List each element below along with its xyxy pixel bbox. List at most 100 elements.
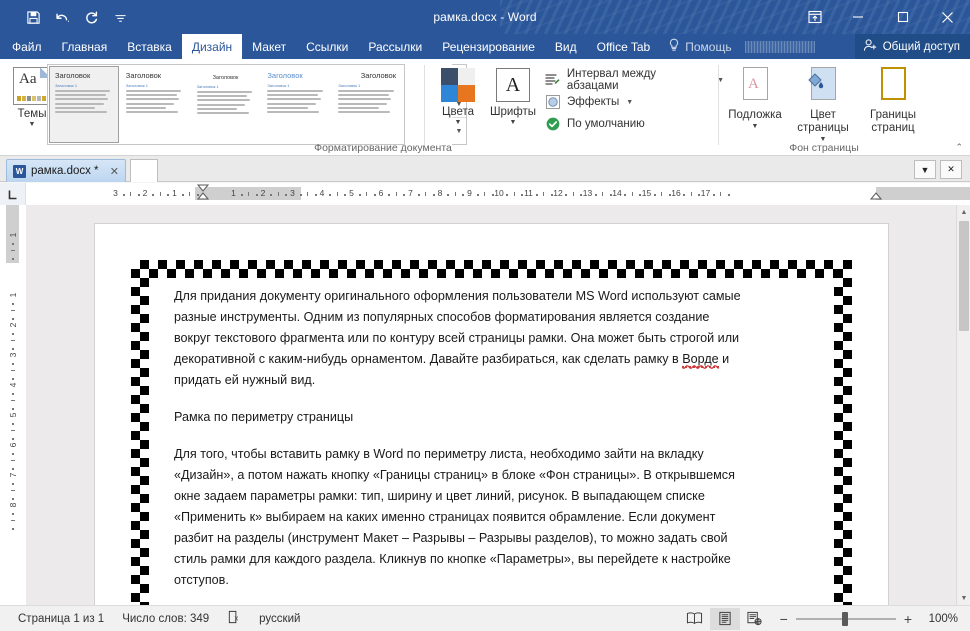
maximize-icon[interactable]	[880, 0, 925, 34]
tab-list-dropdown-icon[interactable]: ▼	[914, 160, 936, 179]
style-set-item[interactable]: Заголовок Заголовок 1	[332, 66, 402, 143]
scroll-down-icon[interactable]: ▼	[957, 591, 970, 605]
style-subheading: Заголовок 1	[55, 83, 78, 88]
ruler-tick-label: 1	[172, 188, 177, 198]
zoom-in-button[interactable]: +	[904, 611, 912, 627]
chevron-down-icon[interactable]: ▼	[455, 119, 462, 126]
ruler-tick-label: 2	[7, 322, 18, 328]
vertical-scrollbar[interactable]: ▲ ▼	[956, 205, 970, 605]
tab-stop-left-icon[interactable]	[0, 183, 26, 205]
document-body[interactable]: Для придания документу оригинального офо…	[174, 286, 744, 605]
scroll-up-icon[interactable]: ▲	[957, 205, 970, 219]
style-set-item[interactable]: Заголовок Заголовок 1	[119, 66, 190, 143]
paragraph-text: Для придания документу оригинального офо…	[174, 289, 741, 366]
read-mode-icon[interactable]	[680, 608, 710, 630]
tab-insert[interactable]: Вставка	[117, 34, 182, 59]
close-icon[interactable]	[925, 0, 970, 34]
tab-view[interactable]: Вид	[545, 34, 587, 59]
redo-icon[interactable]	[78, 4, 104, 30]
ruler-tick-label: 3	[113, 188, 118, 198]
page-color-label: Цвет страницы	[797, 109, 849, 134]
paragraph: Для придания документу оригинального офо…	[174, 286, 744, 391]
minimize-icon[interactable]	[835, 0, 880, 34]
zoom-out-button[interactable]: −	[780, 611, 788, 627]
ruler-tick-label: 16	[671, 188, 681, 198]
ruler-tick-label: 4	[319, 188, 325, 198]
style-heading: Заголовок	[267, 71, 303, 80]
document-tab[interactable]: W рамка.docx * ✕	[6, 159, 126, 182]
page-indicator[interactable]: Страница 1 из 1	[18, 613, 104, 625]
chevron-down-icon[interactable]: ▼	[626, 99, 633, 106]
page-borders-label: Границы страниц	[870, 109, 916, 134]
close-document-icon[interactable]: ✕	[940, 160, 962, 179]
hanging-indent-marker-icon	[197, 192, 209, 200]
document-page[interactable]: Для придания документу оригинального офо…	[95, 224, 888, 605]
effects-icon	[544, 94, 561, 111]
tab-design[interactable]: Дизайн	[181, 34, 243, 59]
ribbon-tabs: Файл Главная Вставка Дизайн Макет Ссылки…	[0, 34, 970, 59]
office-tab-bar: W рамка.docx * ✕ ▼ ✕	[0, 156, 970, 182]
new-tab-button[interactable]	[130, 159, 158, 182]
style-set-item[interactable]: Заголовок Заголовок 1	[190, 66, 261, 143]
watermark-button[interactable]: A Подложка ▼	[723, 65, 787, 145]
customize-qat-icon[interactable]	[107, 4, 133, 30]
chevron-down-icon[interactable]: ▼	[752, 123, 759, 130]
ruler-tick-label: 8	[437, 188, 443, 198]
style-set-item[interactable]: Заголовок Заголовок 1	[49, 66, 119, 143]
ribbon-display-options-icon[interactable]	[795, 0, 835, 34]
ruler-tick-label: 1	[231, 188, 236, 198]
scrollbar-thumb[interactable]	[959, 221, 969, 331]
save-icon[interactable]	[20, 4, 46, 30]
ruler-tick-label: 12	[553, 188, 563, 198]
page-borders-icon	[877, 67, 909, 107]
theme-fonts-button[interactable]: A Шрифты ▼	[487, 65, 539, 143]
ruler-tick-label: 6	[378, 188, 384, 198]
tab-file[interactable]: Файл	[0, 34, 52, 59]
ruler-tick-label: 3	[290, 188, 295, 198]
tab-references[interactable]: Ссылки	[296, 34, 358, 59]
style-set-gallery[interactable]: Заголовок Заголовок 1 Заголовок Заголово…	[47, 64, 405, 145]
tell-me-input[interactable]	[744, 40, 815, 53]
chevron-down-icon[interactable]: ▼	[29, 121, 36, 128]
tab-office-tab[interactable]: Office Tab	[587, 34, 661, 59]
proofing-errors-icon[interactable]: x	[227, 610, 241, 627]
style-heading: Заголовок	[125, 71, 162, 80]
close-icon[interactable]: ✕	[110, 165, 119, 178]
theme-fonts-glyph: A	[505, 73, 521, 96]
zoom-slider[interactable]	[795, 611, 896, 626]
word-count[interactable]: Число слов: 349	[122, 613, 209, 625]
language-indicator[interactable]: русский	[259, 613, 300, 625]
set-as-default-button[interactable]: По умолчанию	[544, 113, 724, 135]
vertical-ruler[interactable]: 1 1 2 3 4 5 6 7 8	[0, 205, 26, 605]
effects-button[interactable]: Эффекты ▼	[544, 91, 724, 113]
collapse-ribbon-icon[interactable]: ⌃	[955, 142, 963, 153]
zoom-slider-knob[interactable]	[841, 611, 848, 626]
chevron-down-icon[interactable]: ▼	[510, 119, 517, 126]
tell-me-search[interactable]: Помощь	[660, 34, 815, 59]
tab-layout[interactable]: Макет	[242, 34, 296, 59]
ruler-tick-label: 14	[612, 188, 622, 198]
tab-home[interactable]: Главная	[52, 34, 118, 59]
horizontal-ruler[interactable]: 3 2 1 1 2 3 4 5 6 7 8 9 10 11 12 13 14 15 16 17	[26, 183, 970, 205]
share-button[interactable]: Общий доступ	[854, 34, 970, 59]
zoom-level[interactable]: 100%	[920, 613, 958, 625]
tab-review[interactable]: Рецензирование	[432, 34, 545, 59]
ruler-tick-label: 11	[524, 188, 533, 198]
paragraph-spacing-button[interactable]: Интервал между абзацами ▼	[544, 68, 724, 92]
paragraph-spacing-icon	[544, 72, 561, 89]
print-layout-icon[interactable]	[709, 607, 740, 630]
svg-text:x: x	[235, 613, 239, 622]
share-label: Общий доступ	[882, 40, 960, 53]
page-color-button[interactable]: Цвет страницы ▼	[791, 65, 855, 145]
ruler-tick-label: 15	[641, 188, 652, 198]
page-borders-button[interactable]: Границы страниц	[861, 65, 925, 145]
zoom-control: − + 100%	[780, 611, 958, 627]
web-layout-icon[interactable]	[740, 608, 770, 630]
ruler-tick-label: 7	[408, 188, 413, 198]
style-set-item[interactable]: Заголовок Заголовок 1	[261, 66, 332, 143]
undo-icon[interactable]	[49, 4, 75, 30]
tab-mailings[interactable]: Рассылки	[358, 34, 432, 59]
theme-colors-button[interactable]: Цвета ▼	[432, 65, 484, 143]
misspelled-word: Ворде	[682, 352, 719, 368]
document-canvas[interactable]: Для придания документу оригинального офо…	[26, 205, 956, 605]
